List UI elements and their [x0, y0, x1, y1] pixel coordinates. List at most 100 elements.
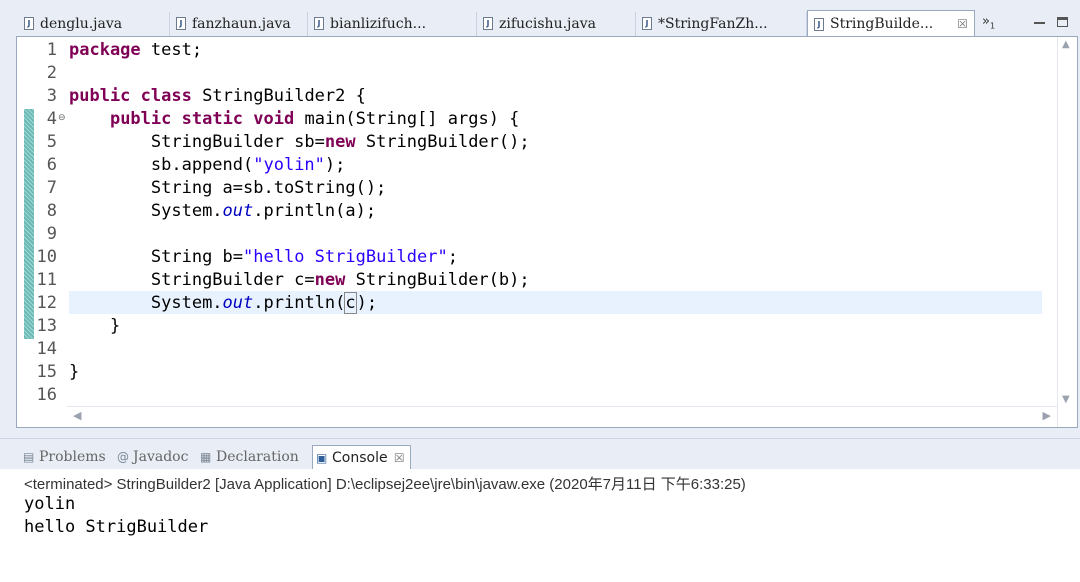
tab-javadoc[interactable]: @ Javadoc	[114, 445, 188, 469]
tab-label: StringBuilde...	[830, 16, 934, 32]
code-line-11: StringBuilder c=new StringBuilder(b);	[69, 269, 530, 292]
code-token: c	[344, 292, 357, 314]
code-line-13: }	[69, 315, 120, 338]
line-number: 11	[36, 270, 57, 290]
horizontal-scrollbar[interactable]: ◀ ▶	[67, 406, 1057, 427]
scroll-up-icon[interactable]: ▲	[1062, 39, 1070, 50]
tab-bianlizifuch[interactable]: J bianlizifuch...	[308, 12, 477, 36]
line-number: 4	[46, 109, 57, 129]
problems-icon: ▤	[23, 450, 35, 464]
code-token: StringBuilder(b);	[345, 270, 530, 290]
code-line-10: String b="hello StrigBuilder";	[69, 246, 458, 269]
line-number: 9	[46, 224, 57, 244]
tab-stringfanzh[interactable]: J *StringFanZh...	[636, 12, 807, 36]
line-number: 6	[46, 155, 57, 175]
close-icon[interactable]: ☒	[957, 11, 968, 37]
tab-label: zifucishu.java	[499, 16, 596, 32]
keyword: new	[314, 270, 346, 290]
static-field: out	[222, 201, 254, 221]
keyword: new	[324, 132, 356, 152]
declaration-icon: ▦	[200, 450, 212, 464]
editor-tab-bar: J denglu.java J fanzhaun.java J bianlizi…	[0, 8, 1080, 38]
console-panel: ▤ Problems @ Javadoc ▦ Declaration ▣ Con…	[0, 438, 1080, 582]
java-file-icon: J	[314, 17, 324, 30]
java-file-icon: J	[483, 17, 493, 30]
code-token: ;	[447, 247, 458, 267]
code-line-4: public static void main(String[] args) {	[69, 108, 519, 131]
line-number: 13	[36, 316, 57, 336]
code-token: main(String[] args) {	[294, 109, 520, 129]
close-icon[interactable]: ☒	[394, 446, 405, 470]
line-number: 12	[36, 293, 57, 313]
code-line-12: System.out.println(c);	[69, 292, 378, 315]
code-token: sb.append(	[150, 155, 254, 175]
tab-label: Console	[332, 450, 388, 466]
tab-label: Problems	[39, 449, 106, 465]
code-line-5: StringBuilder sb=new StringBuilder();	[69, 131, 530, 154]
code-editor[interactable]: 1 2 3 4 5 6 7 8 9 10 11 12 13 14 15 16 ⊖…	[16, 36, 1078, 428]
java-file-icon: J	[814, 18, 824, 31]
line-number: 15	[36, 362, 57, 382]
code-token: String b=	[150, 247, 244, 267]
fold-collapse-icon[interactable]: ⊖	[58, 113, 66, 123]
line-number: 8	[46, 201, 57, 221]
string-literal: "hello StrigBuilder"	[243, 247, 448, 267]
keyword: public	[69, 86, 131, 106]
line-number: 1	[46, 40, 57, 60]
code-token: }	[109, 316, 121, 336]
tab-fanzhaun-java[interactable]: J fanzhaun.java	[170, 12, 308, 36]
panel-tab-bar: ▤ Problems @ Javadoc ▦ Declaration ▣ Con…	[0, 439, 1080, 469]
line-number: 5	[46, 132, 57, 152]
tab-label: Javadoc	[133, 449, 189, 465]
code-token: StringBuilder sb=	[150, 132, 325, 152]
tab-overflow-button[interactable]: »1	[982, 14, 995, 31]
line-number: 16	[36, 385, 57, 405]
tab-declaration[interactable]: ▦ Declaration	[197, 445, 299, 469]
line-number-gutter: 1 2 3 4 5 6 7 8 9 10 11 12 13 14 15 16 ⊖	[17, 37, 67, 427]
overflow-chevron-icon: »	[982, 14, 990, 29]
console-output-line: hello StrigBuilder	[24, 517, 209, 537]
tab-console[interactable]: ▣ Console ☒	[312, 445, 411, 469]
tab-zifucishu-java[interactable]: J zifucishu.java	[477, 12, 636, 36]
code-line-6: sb.append("yolin");	[69, 154, 346, 177]
vertical-scrollbar[interactable]: ▲ ▼	[1057, 37, 1077, 427]
code-token: System.	[150, 201, 223, 221]
maximize-button[interactable]	[1057, 17, 1068, 27]
tab-stringbuilder2[interactable]: J StringBuilde... ☒	[807, 10, 975, 38]
scroll-left-icon[interactable]: ◀	[73, 409, 81, 422]
code-token: );	[324, 155, 346, 175]
console-output-line: yolin	[24, 494, 76, 514]
overflow-count: 1	[989, 21, 996, 31]
code-token: StringBuilder2 {	[191, 86, 366, 106]
keyword: class	[140, 86, 192, 106]
tab-denglu-java[interactable]: J denglu.java	[18, 12, 170, 36]
scroll-down-icon[interactable]: ▼	[1062, 394, 1070, 405]
code-token: String a=sb.toString();	[150, 178, 387, 198]
code-token: }	[69, 362, 80, 382]
scroll-right-icon[interactable]: ▶	[1043, 409, 1051, 422]
code-line-8: System.out.println(a);	[69, 200, 376, 223]
code-token: System.	[150, 293, 223, 313]
tab-label: *StringFanZh...	[658, 16, 768, 32]
tab-problems[interactable]: ▤ Problems	[20, 445, 106, 469]
javadoc-icon: @	[117, 450, 129, 464]
java-file-icon: J	[24, 17, 34, 30]
keyword: void	[253, 109, 295, 129]
java-file-icon: J	[642, 17, 652, 30]
line-number: 2	[46, 63, 57, 83]
console-icon: ▣	[316, 451, 328, 465]
code-token: .println(a);	[253, 201, 377, 221]
keyword: package	[69, 40, 141, 60]
keyword: public	[109, 109, 172, 129]
minimize-button[interactable]	[1034, 17, 1045, 24]
tab-label: fanzhaun.java	[192, 16, 291, 32]
code-token: test;	[140, 40, 203, 60]
java-file-icon: J	[176, 17, 186, 30]
static-field: out	[222, 293, 254, 313]
code-line-7: String a=sb.toString();	[69, 177, 386, 200]
code-line-1: package test;	[69, 39, 202, 62]
line-number: 7	[46, 178, 57, 198]
tab-label: Declaration	[216, 449, 299, 465]
tab-label: denglu.java	[40, 16, 123, 32]
line-number: 10	[36, 247, 57, 267]
